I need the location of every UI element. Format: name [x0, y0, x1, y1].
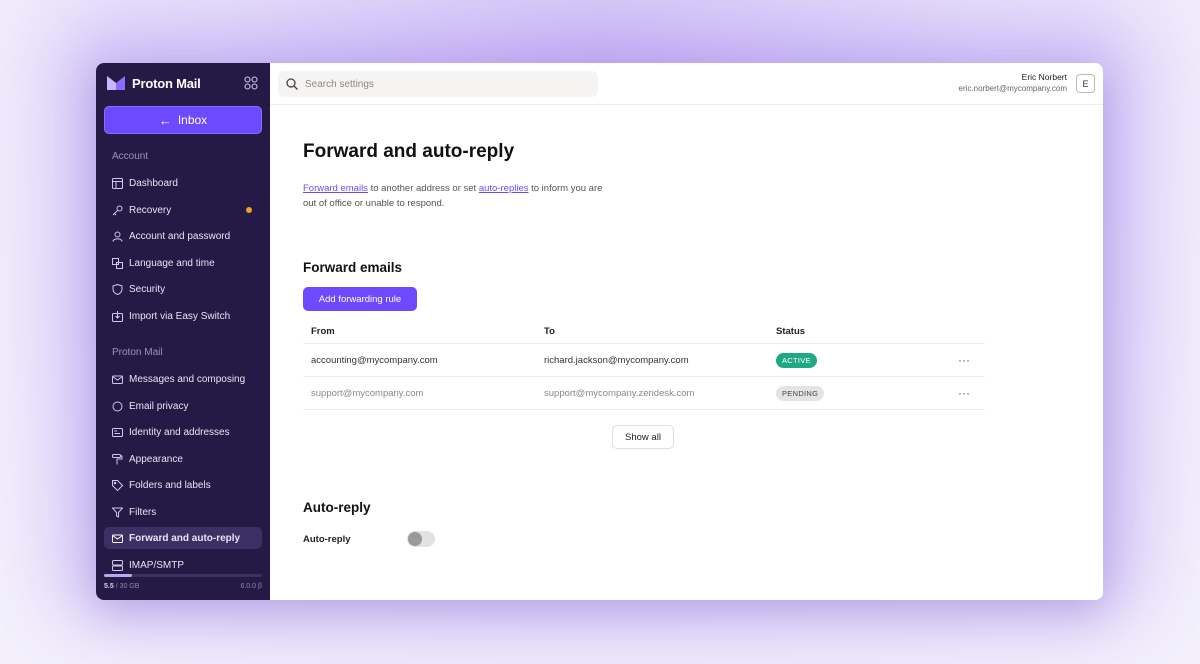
- id-card-icon: [112, 427, 123, 438]
- show-all-button[interactable]: Show all: [612, 425, 674, 449]
- intro-text: Forward emails to another address or set…: [303, 181, 613, 211]
- sidebar-item-label: Email privacy: [129, 400, 189, 412]
- search-input[interactable]: [305, 78, 585, 90]
- forward-emails-heading: Forward emails: [303, 260, 403, 275]
- cell-from: accounting@mycompany.com: [311, 354, 438, 366]
- add-forwarding-rule-button[interactable]: Add forwarding rule: [303, 287, 417, 311]
- table-header: From To Status: [303, 320, 985, 344]
- brand-name: Proton Mail: [132, 75, 201, 91]
- table-row: support@mycompany.com support@mycompany.…: [303, 377, 985, 410]
- toggle-knob: [408, 532, 422, 546]
- status-cell: ACTIVE: [776, 352, 817, 368]
- sidebar-item-label: Appearance: [129, 453, 183, 465]
- storage-total: / 30 GB: [115, 583, 140, 590]
- auto-reply-label: Auto-reply: [303, 534, 351, 545]
- more-options-icon[interactable]: ···: [958, 386, 970, 400]
- sidebar-item-security[interactable]: Security: [104, 278, 262, 300]
- section-label-proton-mail: Proton Mail: [112, 347, 163, 358]
- sidebar-item-email-privacy[interactable]: Email privacy: [104, 395, 262, 417]
- privacy-icon: [112, 401, 123, 412]
- cell-to: richard.jackson@mycompany.com: [544, 354, 689, 366]
- sidebar-item-label: IMAP/SMTP: [129, 559, 185, 571]
- app-window: Proton Mail ← Inbox Account Dashboard Re…: [96, 63, 1103, 600]
- proton-logo-icon: [107, 76, 125, 90]
- user-info[interactable]: Eric Norbert eric.norbert@mycompany.com: [959, 72, 1067, 93]
- status-badge: ACTIVE: [776, 352, 817, 368]
- notification-dot: [246, 207, 252, 213]
- sidebar-item-recovery[interactable]: Recovery: [104, 199, 262, 221]
- sidebar-item-folders-and-labels[interactable]: Folders and labels: [104, 474, 262, 496]
- dashboard-icon: [112, 177, 123, 189]
- sidebar-item-account-and-password[interactable]: Account and password: [104, 225, 262, 247]
- sidebar-item-dashboard[interactable]: Dashboard: [104, 172, 262, 194]
- header-from: From: [311, 326, 335, 337]
- cell-from: support@mycompany.com: [311, 387, 424, 399]
- auto-replies-link[interactable]: auto-replies: [479, 183, 529, 194]
- sidebar-item-filters[interactable]: Filters: [104, 501, 262, 523]
- storage-text[interactable]: 5.5 / 30 GB: [104, 583, 139, 590]
- settings-main: Eric Norbert eric.norbert@mycompany.com …: [270, 63, 1103, 600]
- sidebar-item-label: Account and password: [129, 230, 231, 242]
- filter-icon: [112, 507, 123, 518]
- sidebar-item-label: Import via Easy Switch: [129, 310, 231, 322]
- avatar[interactable]: E: [1076, 74, 1095, 93]
- import-icon: [112, 310, 123, 322]
- forward-emails-link[interactable]: Forward emails: [303, 183, 368, 194]
- sidebar: Proton Mail ← Inbox Account Dashboard Re…: [96, 63, 270, 600]
- user-icon: [112, 231, 123, 242]
- apps-grid-icon[interactable]: [244, 76, 258, 90]
- search-icon: [286, 78, 298, 90]
- cell-to: support@mycompany.zendesk.com: [544, 387, 695, 399]
- storage-progress-fill: [104, 574, 133, 577]
- status-badge: PENDING: [776, 385, 825, 401]
- tag-icon: [112, 479, 123, 491]
- intro-text-part1: to another address or set: [367, 183, 479, 194]
- user-name: Eric Norbert: [1021, 72, 1067, 82]
- sidebar-item-label: Filters: [129, 506, 157, 518]
- sidebar-item-identity-and-addresses[interactable]: Identity and addresses: [104, 421, 262, 443]
- sidebar-item-appearance[interactable]: Appearance: [104, 448, 262, 470]
- auto-reply-heading: Auto-reply: [303, 500, 371, 515]
- back-to-inbox-button[interactable]: ← Inbox: [104, 106, 262, 134]
- header-to: To: [544, 326, 555, 337]
- shield-icon: [112, 283, 123, 295]
- section-label-account: Account: [112, 151, 149, 162]
- paint-roller-icon: [112, 453, 123, 465]
- search-box[interactable]: [278, 71, 598, 97]
- storage-used: 5.5: [104, 583, 114, 590]
- more-options-icon[interactable]: ···: [958, 353, 970, 367]
- sidebar-item-label: Language and time: [129, 257, 215, 269]
- page-title: Forward and auto-reply: [303, 141, 515, 162]
- sidebar-item-label: Folders and labels: [129, 479, 211, 491]
- sidebar-item-import-via-easy-switch[interactable]: Import via Easy Switch: [104, 305, 262, 327]
- table-row: accounting@mycompany.com richard.jackson…: [303, 344, 985, 377]
- sidebar-item-label: Recovery: [129, 204, 172, 216]
- inbox-label: Inbox: [177, 113, 208, 127]
- server-icon: [112, 559, 123, 571]
- header-status: Status: [776, 326, 806, 337]
- storage-progress-bar: [104, 574, 262, 577]
- sidebar-item-label: Identity and addresses: [129, 426, 230, 438]
- app-version: 6.0.0 β: [240, 583, 262, 590]
- envelope-icon: [112, 374, 123, 385]
- sidebar-item-label: Messages and composing: [129, 373, 246, 385]
- sidebar-item-imap-smtp[interactable]: IMAP/SMTP: [104, 554, 262, 576]
- language-icon: [112, 257, 123, 269]
- sidebar-item-forward-and-auto-reply[interactable]: Forward and auto-reply: [104, 527, 262, 549]
- sidebar-item-language-and-time[interactable]: Language and time: [104, 252, 262, 274]
- key-icon: [112, 205, 123, 216]
- sidebar-item-label: Security: [129, 283, 166, 295]
- auto-reply-toggle[interactable]: [407, 531, 435, 547]
- forwarding-rules-table: From To Status accounting@mycompany.com …: [303, 320, 985, 410]
- top-bar: Eric Norbert eric.norbert@mycompany.com …: [270, 63, 1103, 105]
- forward-envelope-icon: [112, 533, 123, 544]
- user-email: eric.norbert@mycompany.com: [958, 84, 1067, 93]
- sidebar-item-messages-and-composing[interactable]: Messages and composing: [104, 368, 262, 390]
- arrow-left-icon: ←: [158, 112, 172, 128]
- sidebar-item-label: Forward and auto-reply: [129, 532, 241, 544]
- status-cell: PENDING: [776, 385, 825, 401]
- sidebar-item-label: Dashboard: [129, 177, 178, 189]
